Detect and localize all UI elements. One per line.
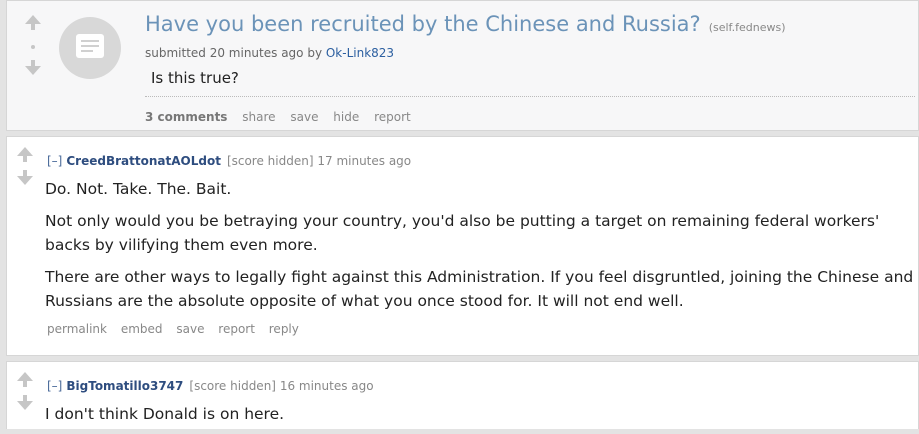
save-link[interactable]: save (176, 322, 204, 336)
down-arrow-icon[interactable] (17, 401, 33, 410)
comment-header: [–] BigTomatillo3747 [score hidden] 16 min… (47, 379, 374, 393)
upvote-stem (23, 381, 27, 387)
comment-paragraph: I don't think Donald is on here. (45, 405, 285, 423)
collapse-toggle[interactable]: [–] (47, 154, 62, 168)
up-arrow-icon[interactable] (17, 372, 33, 381)
down-arrow-icon[interactable] (17, 176, 33, 185)
permalink-link[interactable]: permalink (47, 322, 107, 336)
comment-time: 16 minutes ago (279, 379, 374, 393)
document-icon (76, 34, 104, 58)
post-title[interactable]: Have you been recruited by the Chinese a… (145, 12, 701, 36)
comment: [–] BigTomatillo3747 [score hidden] 16 min… (6, 361, 919, 429)
down-arrow-icon[interactable] (25, 66, 41, 75)
score-dot (31, 45, 35, 49)
post-title-row: Have you been recruited by the Chinese a… (145, 12, 786, 36)
share-button[interactable]: share (242, 110, 275, 124)
self-post-icon[interactable] (59, 17, 121, 79)
post-entry: Have you been recruited by the Chinese a… (6, 0, 919, 131)
up-arrow-icon[interactable] (25, 15, 41, 24)
post-tagline: submitted 20 minutes ago by Ok-Link823 (145, 46, 394, 60)
tagline-text: submitted 20 minutes ago by (145, 46, 326, 60)
report-button[interactable]: report (374, 110, 411, 124)
post-selftext: Is this true? (145, 69, 915, 97)
comment-time: 17 minutes ago (317, 154, 412, 168)
up-arrow-icon[interactable] (17, 147, 33, 156)
upvote-stem (23, 156, 27, 162)
report-link[interactable]: report (218, 322, 255, 336)
upvote-stem (31, 24, 35, 30)
comment-paragraph: There are other ways to legally fight ag… (45, 268, 914, 310)
embed-link[interactable]: embed (121, 322, 163, 336)
post-vote-arrows (19, 15, 45, 85)
comments-button[interactable]: 3 comments (145, 110, 227, 124)
comment-author[interactable]: BigTomatillo3747 (66, 379, 183, 393)
comment-body: Do. Not. Take. The. Bait. Not only would… (45, 177, 915, 321)
collapse-toggle[interactable]: [–] (47, 379, 62, 393)
post-domain[interactable]: (self.fednews) (709, 21, 786, 34)
comment-paragraph: Not only would you be betraying your cou… (45, 212, 880, 254)
save-button[interactable]: save (290, 110, 318, 124)
comment-header: [–] CreedBrattonatAOLdot [score hidden] 17… (47, 154, 411, 168)
post-author[interactable]: Ok-Link823 (326, 46, 394, 60)
comment: [–] CreedBrattonatAOLdot [score hidden] 17… (6, 136, 919, 356)
comment-score: [score hidden] (189, 379, 276, 393)
reply-link[interactable]: reply (269, 322, 299, 336)
comment-paragraph: Do. Not. Take. The. Bait. (45, 180, 232, 198)
hide-button[interactable]: hide (333, 110, 359, 124)
comment-author[interactable]: CreedBrattonatAOLdot (66, 154, 221, 168)
comment-body: I don't think Donald is on here. (45, 402, 915, 434)
comment-actions: permalink embed save report reply (47, 322, 309, 336)
post-buttons: 3 comments share save hide report (145, 110, 422, 124)
comment-score: [score hidden] (226, 154, 314, 168)
